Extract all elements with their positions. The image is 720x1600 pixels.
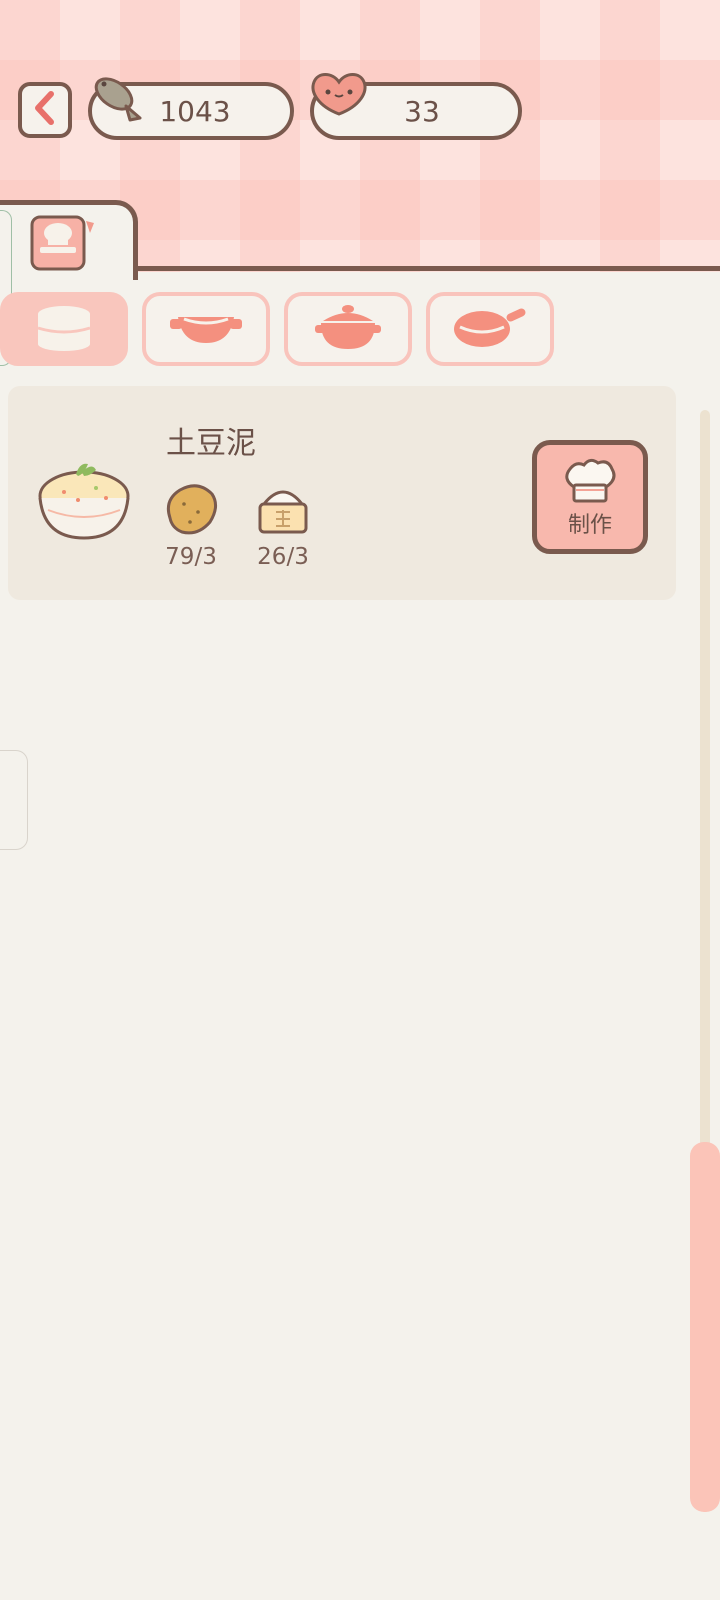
recipe-name: 土豆泥 <box>166 426 256 461</box>
mashed-potato-bowl-image <box>34 462 134 548</box>
wok-icon <box>168 307 244 351</box>
potato-icon <box>162 484 220 540</box>
category-wok-button[interactable] <box>142 292 270 366</box>
pot-icon <box>313 303 383 355</box>
tab-recipe-book[interactable] <box>0 200 138 280</box>
side-drawer-handle[interactable] <box>0 750 28 850</box>
fish-currency-value: 1043 <box>159 94 231 128</box>
flour-icon <box>254 490 312 540</box>
category-steamer-button[interactable] <box>0 292 128 366</box>
category-frying-pan-button[interactable] <box>426 292 554 366</box>
ingredient-potato: 79/3 <box>156 482 226 570</box>
chef-hat-icon <box>537 457 643 509</box>
heart-icon <box>308 68 370 122</box>
frying-pan-icon <box>450 305 530 353</box>
ingredient-quantity: 79/3 <box>165 544 217 570</box>
fish-icon <box>86 68 144 128</box>
tab-bar-divider <box>130 266 720 271</box>
heart-currency-value: 33 <box>404 94 440 128</box>
recipe-card: 土豆泥 79/3 26/3 制作 <box>8 386 676 600</box>
steamer-icon <box>34 302 94 356</box>
back-button[interactable] <box>18 82 72 138</box>
chevron-left-icon <box>31 90 59 130</box>
scrollbar-thumb[interactable] <box>690 1142 720 1512</box>
ingredient-quantity: 26/3 <box>257 544 309 570</box>
recipe-book-icon <box>28 211 98 277</box>
make-button-label: 制作 <box>567 513 612 538</box>
ingredient-flour: 26/3 <box>248 482 318 570</box>
category-pot-button[interactable] <box>284 292 412 366</box>
make-button[interactable]: 制作 <box>532 440 648 554</box>
